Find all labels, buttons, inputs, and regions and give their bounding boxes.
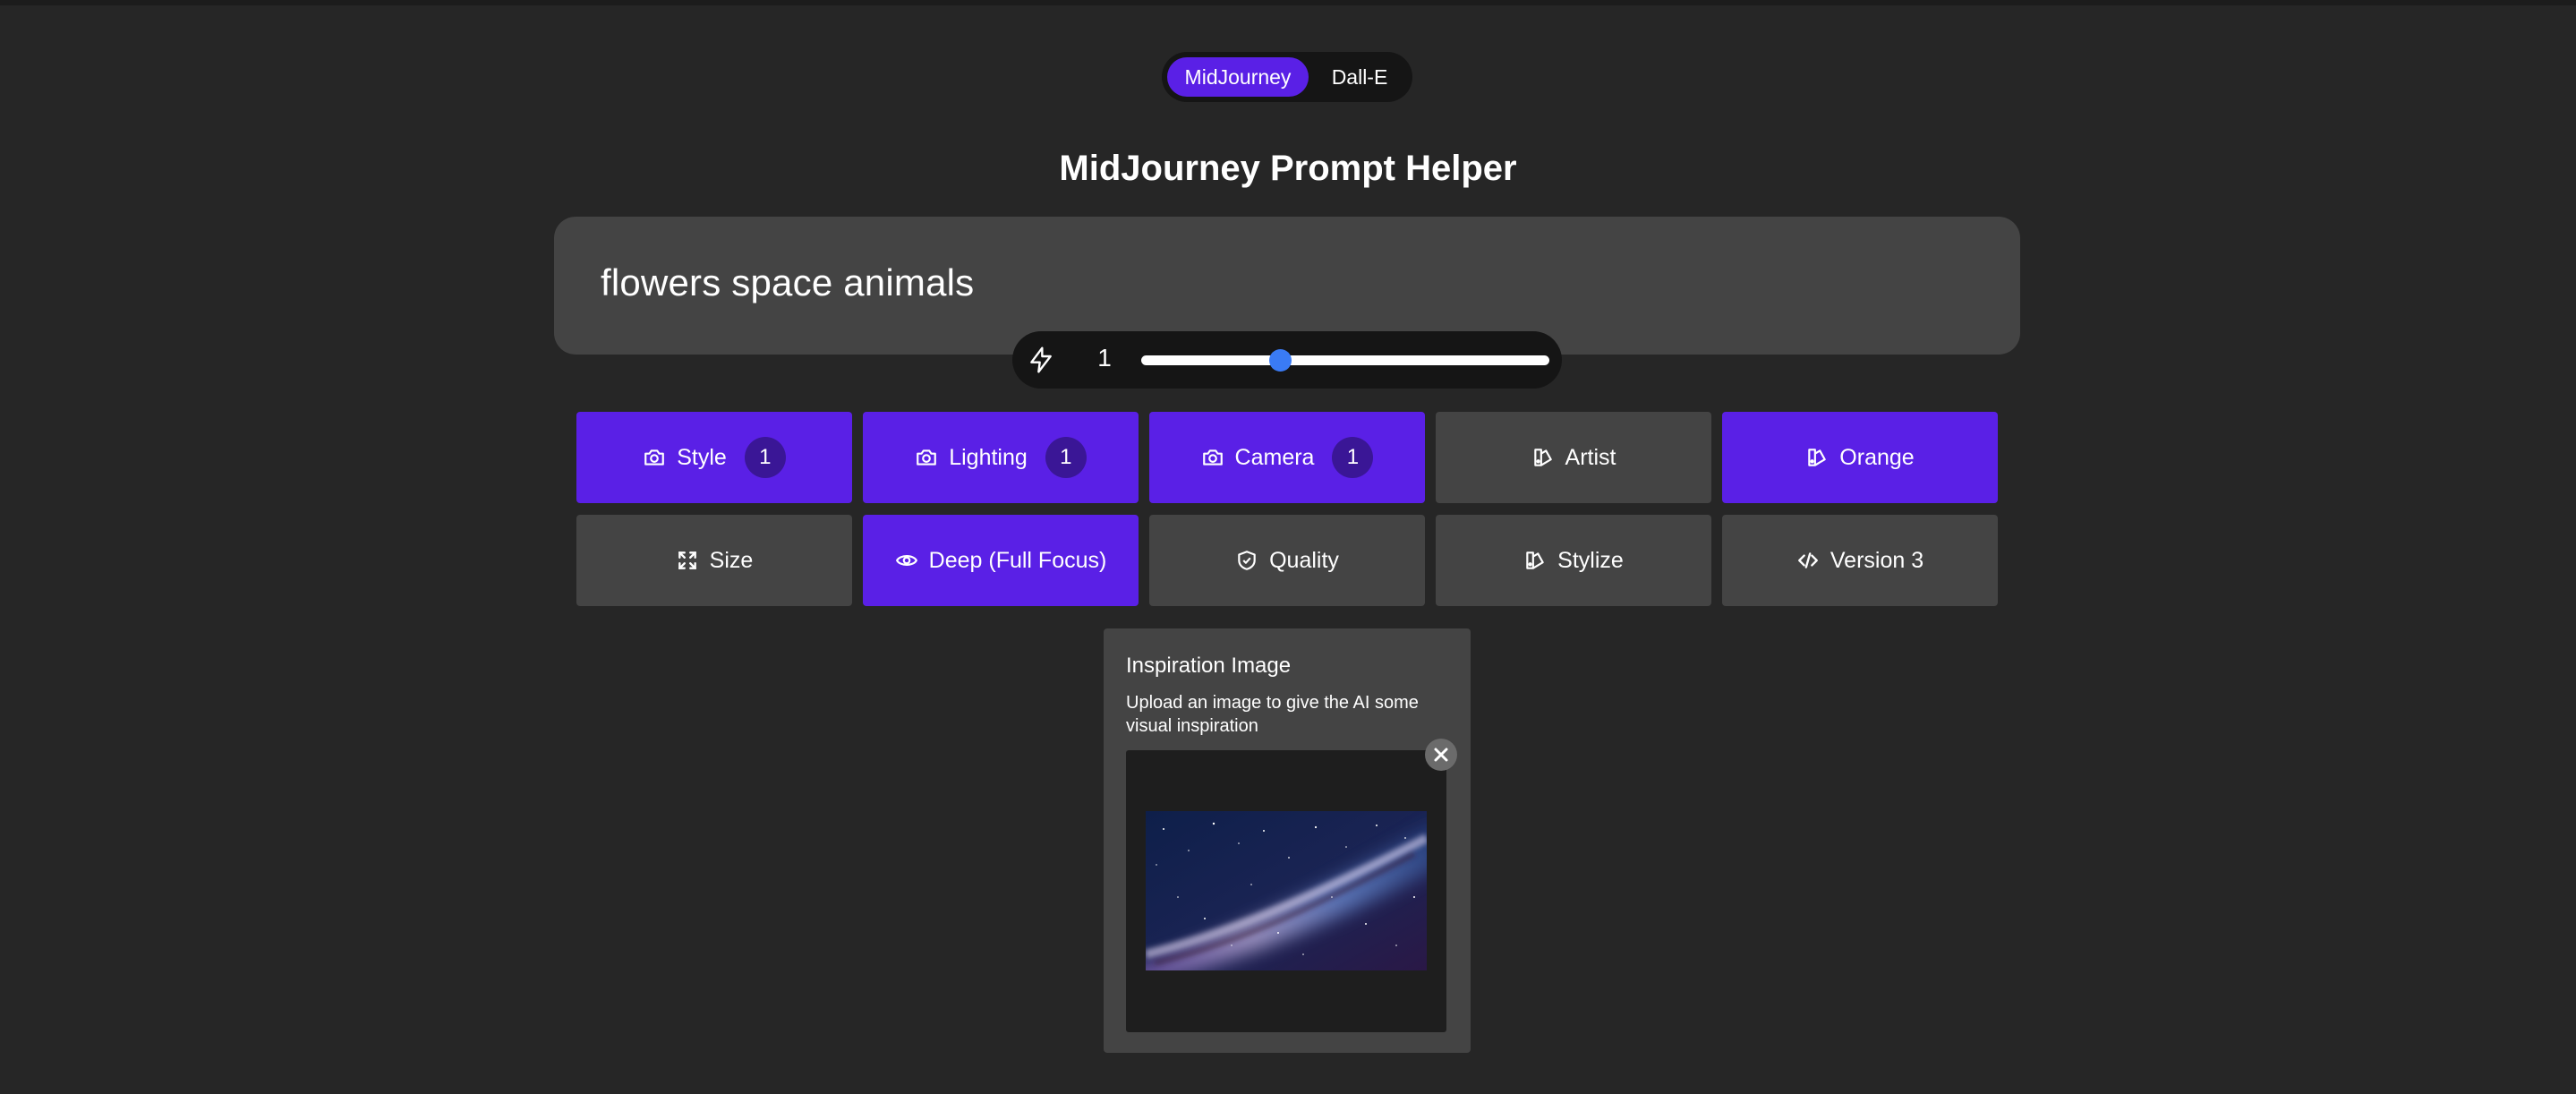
inspiration-title: Inspiration Image (1126, 654, 1292, 678)
style-count-badge: 1 (744, 437, 786, 478)
slider-track[interactable] (1141, 349, 1549, 372)
lightning-bolt-icon (1030, 346, 1052, 373)
prompt-text[interactable]: flowers space animals (601, 261, 974, 304)
camera-icon (917, 449, 937, 466)
quality-button[interactable]: Quality (1149, 515, 1425, 606)
code-icon (1797, 552, 1818, 568)
slider-thumb[interactable] (1269, 349, 1292, 372)
version-label: Version 3 (1830, 547, 1924, 573)
lighting-label: Lighting (949, 444, 1028, 470)
app-page: MidJourney Dall-E MidJourney Prompt Help… (0, 0, 2576, 1094)
shield-check-icon (1238, 551, 1256, 570)
lighting-button[interactable]: Lighting 1 (863, 412, 1139, 503)
style-label: Style (677, 444, 727, 470)
depth-label: Deep (Full Focus) (928, 547, 1107, 573)
milky-way-galaxy-image (1146, 811, 1427, 970)
weight-slider-control: 1 (1012, 331, 1562, 389)
camera-icon (1202, 449, 1223, 466)
eye-icon (895, 555, 917, 566)
remove-image-button[interactable] (1425, 739, 1457, 771)
artist-label: Artist (1565, 444, 1616, 470)
engine-toggle: MidJourney Dall-E (1162, 52, 1412, 102)
camera-label: Camera (1234, 444, 1315, 470)
style-button[interactable]: Style 1 (576, 412, 852, 503)
stylize-button[interactable]: Stylize (1436, 515, 1711, 606)
palette-icon (1533, 449, 1552, 466)
quality-label: Quality (1269, 547, 1339, 573)
inspiration-card: Inspiration Image Upload an image to giv… (1104, 628, 1471, 1053)
depth-button[interactable]: Deep (Full Focus) (863, 515, 1139, 606)
camera-icon (644, 449, 665, 466)
page-title: MidJourney Prompt Helper (1059, 149, 1517, 188)
top-bar (0, 0, 2576, 5)
expand-icon (678, 551, 696, 569)
size-label: Size (709, 547, 754, 573)
palette-icon (1526, 551, 1544, 569)
stylize-label: Stylize (1557, 547, 1624, 573)
artist-button[interactable]: Artist (1436, 412, 1711, 503)
palette-icon (1808, 449, 1827, 466)
camera-button[interactable]: Camera 1 (1149, 412, 1425, 503)
image-upload-area[interactable] (1126, 750, 1446, 1032)
slider-value: 1 (1097, 344, 1112, 372)
lighting-count-badge: 1 (1045, 437, 1087, 478)
orange-button[interactable]: Orange (1722, 412, 1998, 503)
camera-count-badge: 1 (1332, 437, 1374, 478)
engine-option-dalle[interactable]: Dall-E (1312, 57, 1407, 97)
size-button[interactable]: Size (576, 515, 852, 606)
engine-option-midjourney[interactable]: MidJourney (1167, 57, 1309, 97)
close-icon (1434, 748, 1448, 762)
version-button[interactable]: Version 3 (1722, 515, 1998, 606)
inspiration-description: Upload an image to give the AI some visu… (1126, 693, 1419, 736)
orange-label: Orange (1839, 444, 1915, 470)
